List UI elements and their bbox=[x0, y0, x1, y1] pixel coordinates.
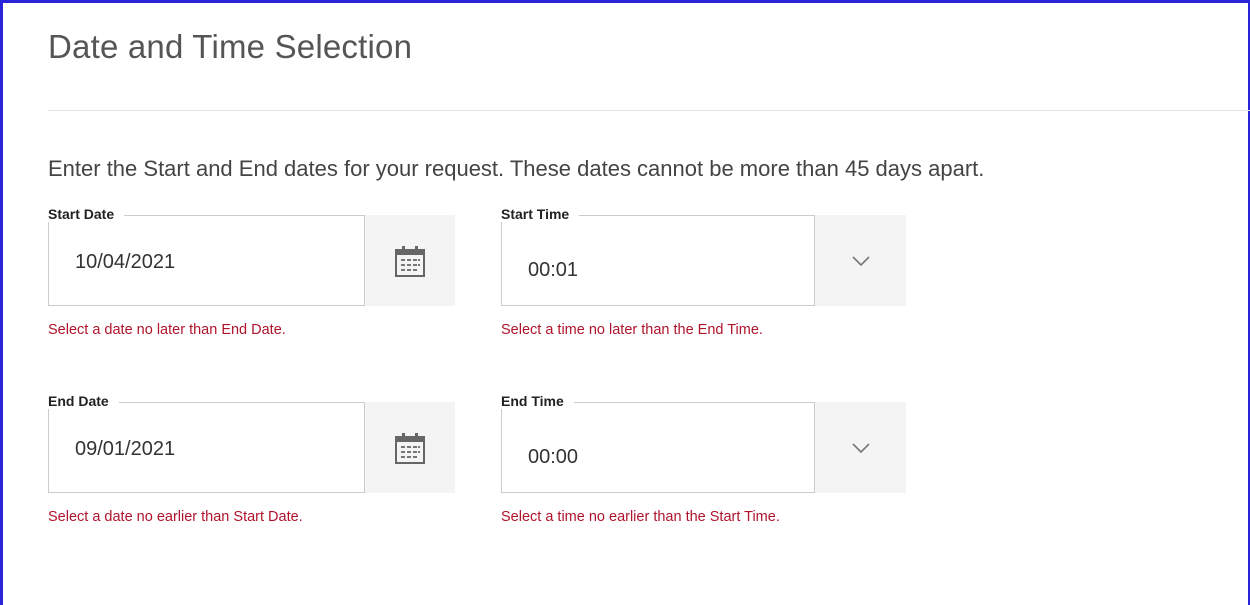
start-time-field: Start Time 00:01 bbox=[501, 206, 906, 306]
start-time-label: Start Time bbox=[501, 206, 580, 222]
chevron-down-icon bbox=[851, 255, 870, 266]
chevron-down-icon bbox=[851, 442, 870, 453]
start-time-dropdown-button[interactable] bbox=[814, 215, 906, 306]
start-time-error: Select a time no later than the End Time… bbox=[501, 322, 763, 338]
start-date-field: Start Date 10/04/2021 bbox=[48, 206, 455, 306]
end-time-field: End Time 00:00 bbox=[501, 393, 906, 493]
end-date-field: End Date 09/01/2021 bbox=[48, 393, 455, 493]
calendar-icon bbox=[395, 245, 425, 277]
instructions-text: Enter the Start and End dates for your r… bbox=[48, 156, 985, 181]
end-time-label: End Time bbox=[501, 393, 574, 409]
end-time-error: Select a time no earlier than the Start … bbox=[501, 509, 780, 525]
page-title: Date and Time Selection bbox=[48, 28, 413, 65]
end-date-input[interactable]: 09/01/2021 bbox=[75, 438, 175, 461]
end-date-label: End Date bbox=[48, 393, 119, 409]
end-time-dropdown-button[interactable] bbox=[814, 402, 906, 493]
start-date-input[interactable]: 10/04/2021 bbox=[75, 251, 175, 274]
end-time-select[interactable]: 00:00 bbox=[528, 446, 578, 469]
end-date-calendar-button[interactable] bbox=[364, 402, 455, 493]
start-date-error: Select a date no later than End Date. bbox=[48, 322, 286, 338]
end-date-error: Select a date no earlier than Start Date… bbox=[48, 509, 303, 525]
calendar-icon bbox=[395, 432, 425, 464]
divider bbox=[48, 110, 1250, 111]
start-date-label: Start Date bbox=[48, 206, 125, 222]
start-time-select[interactable]: 00:01 bbox=[528, 259, 578, 282]
start-date-calendar-button[interactable] bbox=[364, 215, 455, 306]
